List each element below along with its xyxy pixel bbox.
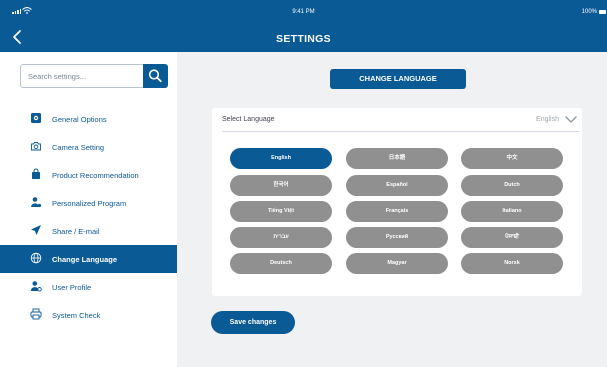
app-header: 9:41 PM 100% SETTINGS xyxy=(0,0,607,52)
sidebar-item-label: User Profile xyxy=(52,283,92,292)
sidebar-item-system-check[interactable]: System Check xyxy=(0,301,177,329)
printer-icon xyxy=(30,308,42,320)
save-changes-button[interactable]: Save changes xyxy=(211,311,295,334)
sidebar-item-label: Share / E-mail xyxy=(52,227,100,236)
send-icon xyxy=(31,225,41,235)
user-gear-icon xyxy=(31,197,42,208)
sidebar-item-share-email[interactable]: Share / E-mail xyxy=(0,217,177,245)
language-option-japanese[interactable]: 日本語 xyxy=(346,148,448,169)
language-option-vietnamese[interactable]: Tiếng Việt xyxy=(230,201,332,222)
sidebar-item-label: Product Recommendation xyxy=(52,171,139,180)
chevron-down-icon xyxy=(565,116,577,123)
sidebar-item-product-recommendation[interactable]: Product Recommendation xyxy=(0,161,177,189)
sidebar-item-label: System Check xyxy=(52,311,101,320)
language-option-english[interactable]: English xyxy=(230,148,332,169)
search-box xyxy=(20,64,168,88)
change-language-button[interactable]: CHANGE LANGUAGE xyxy=(330,69,466,89)
language-card: Select Language English English 日本語 中文 한… xyxy=(212,108,582,296)
gear-icon xyxy=(31,113,41,123)
sidebar-item-label: Change Language xyxy=(52,255,118,264)
sidebar-item-label: Camera Setting xyxy=(52,143,105,152)
battery-percent: 100% xyxy=(581,9,597,15)
search-input[interactable] xyxy=(20,64,144,88)
language-option-norwegian[interactable]: Norsk xyxy=(461,253,563,274)
select-language-label: Select Language xyxy=(222,116,275,123)
status-bar: 9:41 PM 100% xyxy=(0,0,607,24)
language-option-dutch[interactable]: Dutch xyxy=(461,175,563,196)
page-title: SETTINGS xyxy=(276,33,331,45)
sidebar: General Options Camera Setting Product R… xyxy=(0,52,177,367)
sidebar-item-label: Personalized Program xyxy=(52,199,127,208)
camera-icon xyxy=(31,142,41,151)
language-select[interactable]: Select Language English xyxy=(222,108,579,132)
language-option-spanish[interactable]: Español xyxy=(346,175,448,196)
language-option-hungarian[interactable]: Magyar xyxy=(346,253,448,274)
language-option-chinese[interactable]: 中文 xyxy=(461,148,563,169)
language-option-italian[interactable]: Italiano xyxy=(461,201,563,222)
language-option-korean[interactable]: 한국어 xyxy=(230,175,332,196)
language-option-hebrew[interactable]: עברית xyxy=(230,227,332,248)
language-option-punjabi[interactable]: ਪੰਜਾਬੀ xyxy=(461,227,563,248)
battery-icon xyxy=(599,10,606,14)
sidebar-item-general-options[interactable]: General Options xyxy=(0,105,177,133)
status-time: 9:41 PM xyxy=(292,9,315,15)
sidebar-item-user-profile[interactable]: User Profile xyxy=(0,273,177,301)
search-button[interactable] xyxy=(143,64,168,88)
language-option-french[interactable]: Français xyxy=(346,201,448,222)
sidebar-item-personalized-program[interactable]: Personalized Program xyxy=(0,189,177,217)
language-option-russian[interactable]: Pусский xyxy=(346,227,448,248)
user-settings-icon xyxy=(30,281,42,292)
search-icon xyxy=(148,69,162,83)
language-option-german[interactable]: Deutsch xyxy=(230,253,332,274)
sidebar-nav: General Options Camera Setting Product R… xyxy=(0,105,177,329)
select-language-value: English xyxy=(536,116,559,123)
sidebar-item-camera-setting[interactable]: Camera Setting xyxy=(0,133,177,161)
sidebar-item-label: General Options xyxy=(52,115,107,124)
bag-icon xyxy=(32,168,40,179)
globe-icon xyxy=(30,252,42,264)
sidebar-item-change-language[interactable]: Change Language xyxy=(0,245,177,273)
